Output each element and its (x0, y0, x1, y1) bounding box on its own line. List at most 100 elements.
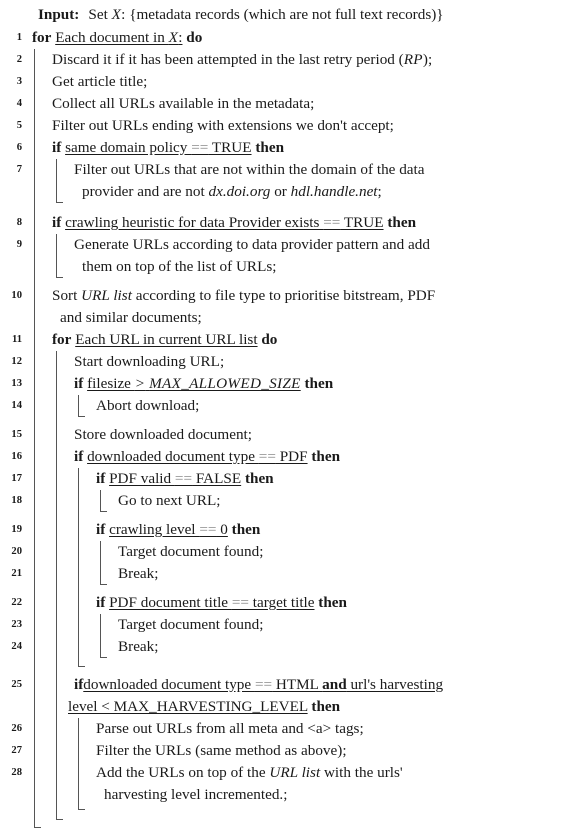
line-number: 21 (11, 568, 22, 579)
keyword-if: if (74, 448, 84, 465)
line-body: Filter out URLs that are not within the … (24, 159, 573, 212)
statement-text-cont: harvesting level incremented.; (104, 786, 288, 803)
line-number: 25 (11, 679, 22, 690)
input-label: Input: (38, 6, 80, 23)
statement-text: Generate URLs according to data provider… (74, 236, 430, 253)
line-number: 28 (11, 767, 22, 778)
line-number: 2 (16, 54, 22, 65)
keyword-then: then (304, 375, 334, 392)
keyword-then: then (318, 594, 347, 611)
algorithm-line: 7 Filter out URLs that are not within th… (0, 159, 573, 212)
line-number: 10 (11, 290, 22, 301)
if-condition-part1: downloaded document type == HTML and url… (83, 676, 444, 693)
line-body: if same domain policy == TRUE then (24, 137, 573, 159)
statement-text-cont: provider and are not dx.doi.org or hdl.h… (82, 183, 382, 200)
line-body: Go to next URL; (24, 490, 573, 519)
algorithm-line: 14 Abort download; (0, 395, 573, 424)
line-number: 23 (11, 619, 22, 630)
keyword-then: then (311, 698, 341, 715)
keyword-then: then (387, 214, 417, 231)
keyword-if: if (96, 594, 106, 611)
line-number: 9 (16, 239, 22, 250)
line-body: Target document found; (24, 541, 573, 563)
algorithm-line: 2 Discard it if it has been attempted in… (0, 49, 573, 71)
line-number: 24 (11, 641, 22, 652)
statement-text: Collect all URLs available in the metada… (52, 95, 315, 112)
line-body: ifdownloaded document type == HTML and u… (24, 674, 573, 718)
keyword-if: if (74, 676, 84, 693)
line-number: 3 (16, 76, 22, 87)
keyword-for: for (52, 331, 72, 348)
line-body: Filter out URLs ending with extensions w… (24, 115, 573, 137)
statement-text: Break; (118, 638, 159, 655)
line-body: if PDF valid == FALSE then (24, 468, 573, 490)
line-body: Break; (24, 563, 573, 592)
algorithm-line: 11 for Each URL in current URL list do (0, 329, 573, 351)
line-number: 5 (16, 120, 22, 131)
keyword-if: if (52, 139, 62, 156)
algorithm-line: 9 Generate URLs according to data provid… (0, 234, 573, 285)
if-condition: same domain policy == TRUE (65, 139, 252, 156)
line-number: 18 (11, 495, 22, 506)
algorithm-line: 4 Collect all URLs available in the meta… (0, 93, 573, 115)
algorithm-line: 18 Go to next URL; (0, 490, 573, 519)
algorithm-line: 10 Sort URL list according to file type … (0, 285, 573, 329)
algorithm-line: 23 Target document found; (0, 614, 573, 636)
algorithm-line: 3 Get article title; (0, 71, 573, 93)
if-condition: PDF valid == FALSE (109, 470, 242, 487)
statement-text: Target document found; (118, 543, 264, 560)
algorithm-input-row: Input: Set X: {metadata records (which a… (0, 4, 573, 26)
line-number: 12 (11, 356, 22, 367)
statement-text: Get article title; (52, 73, 148, 90)
line-number: 27 (11, 745, 22, 756)
statement-text: Store downloaded document; (74, 426, 252, 443)
line-body: Abort download; (24, 395, 573, 424)
line-body: for Each document in X: do (24, 27, 573, 49)
statement-text: Add the URLs on top of the URL list with… (96, 764, 403, 781)
line-body: if PDF document title == target title th… (24, 592, 573, 614)
keyword-then: then (244, 470, 274, 487)
algorithm-line: 8 if crawling heuristic for data Provide… (0, 212, 573, 234)
line-body: if downloaded document type == PDF then (24, 446, 573, 468)
line-body: Collect all URLs available in the metada… (24, 93, 573, 115)
line-number: 16 (11, 451, 22, 462)
keyword-for: for (32, 29, 52, 46)
algorithm-line: 5 Filter out URLs ending with extensions… (0, 115, 573, 137)
line-number: 6 (16, 142, 22, 153)
algorithm-line: 17 if PDF valid == FALSE then (0, 468, 573, 490)
line-body: Break; (24, 636, 573, 674)
keyword-then: then (311, 448, 341, 465)
line-body: Start downloading URL; (24, 351, 573, 373)
if-condition: crawling level == 0 (109, 521, 228, 538)
if-condition: downloaded document type == PDF (87, 448, 308, 465)
line-body: Discard it if it has been attempted in t… (24, 49, 573, 71)
statement-text-cont: and similar documents; (60, 309, 202, 326)
statement-text: Discard it if it has been attempted in t… (52, 51, 433, 68)
keyword-if: if (52, 214, 62, 231)
loop-condition: Each URL in current URL list (75, 331, 258, 348)
line-number: 4 (16, 98, 22, 109)
statement-text: Sort URL list according to file type to … (52, 287, 436, 304)
line-body: Sort URL list according to file type to … (24, 285, 573, 329)
line-number: 14 (11, 400, 22, 411)
line-number: 11 (11, 334, 22, 345)
algorithm-line: 20 Target document found; (0, 541, 573, 563)
algorithm-line: 15 Store downloaded document; (0, 424, 573, 446)
statement-text: Break; (118, 565, 159, 582)
line-number: 13 (11, 378, 22, 389)
line-body: if crawling level == 0 then (24, 519, 573, 541)
if-condition: filesize > MAX_ALLOWED_SIZE (87, 375, 301, 392)
algorithm-line: 12 Start downloading URL; (0, 351, 573, 373)
line-number: 8 (16, 217, 22, 228)
keyword-if: if (74, 375, 84, 392)
line-number: 22 (11, 597, 22, 608)
line-number: 7 (16, 164, 22, 175)
statement-text: Filter out URLs that are not within the … (74, 161, 425, 178)
line-body: Target document found; (24, 614, 573, 636)
if-condition: crawling heuristic for data Provider exi… (65, 214, 384, 231)
algorithm-line: 6 if same domain policy == TRUE then (0, 137, 573, 159)
algorithm-line: 1 for Each document in X: do (0, 27, 573, 49)
algorithm-line: 25 ifdownloaded document type == HTML an… (0, 674, 573, 718)
statement-text: Abort download; (96, 397, 200, 414)
statement-text: Target document found; (118, 616, 264, 633)
